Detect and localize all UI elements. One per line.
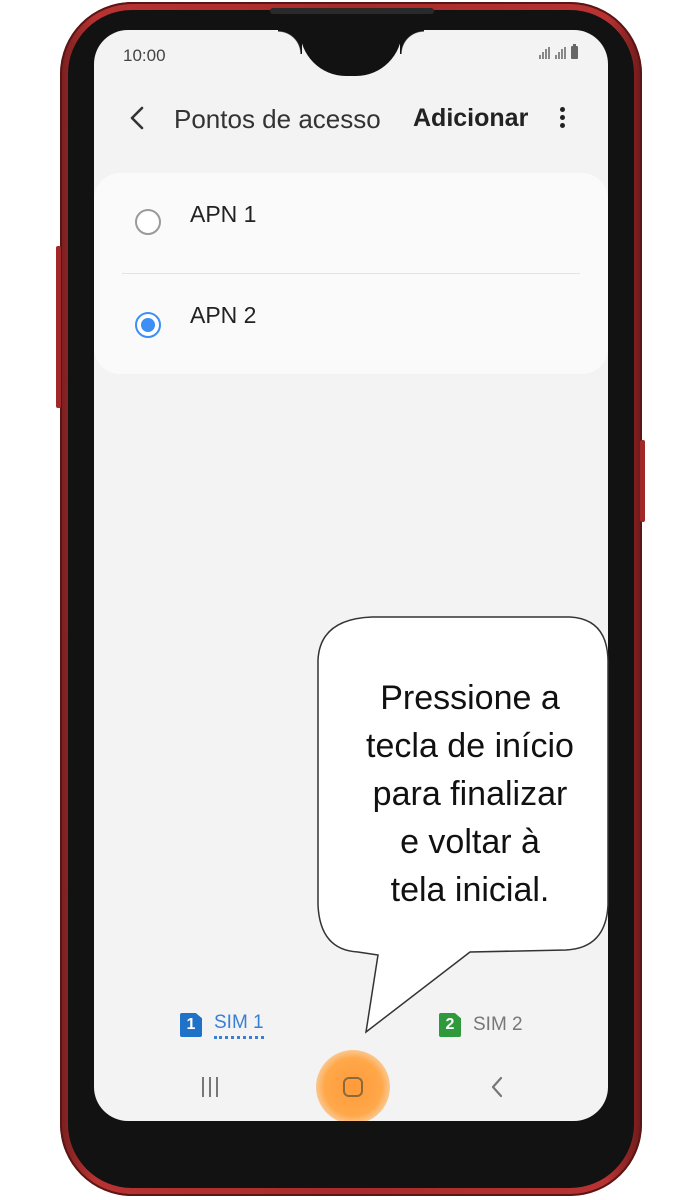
sim-tab-label: SIM 1 bbox=[214, 1012, 264, 1039]
instruction-line: tecla de início bbox=[366, 727, 574, 765]
more-options-button[interactable] bbox=[552, 104, 572, 134]
apn-item[interactable]: APN 2 bbox=[94, 274, 608, 374]
more-dot bbox=[559, 115, 565, 120]
radio-unselected-icon[interactable] bbox=[135, 209, 161, 235]
apn-item[interactable]: APN 1 bbox=[94, 173, 608, 274]
sim-1-icon: 1 bbox=[180, 1013, 202, 1037]
page-title: Pontos de acesso bbox=[174, 104, 381, 134]
recent-apps-icon bbox=[202, 1077, 204, 1097]
radio-selected-icon[interactable] bbox=[135, 312, 161, 338]
more-dot bbox=[559, 123, 565, 128]
instruction-line: e voltar à bbox=[400, 823, 540, 861]
more-vertical-icon bbox=[559, 107, 565, 112]
sim-2-icon: 2 bbox=[439, 1013, 461, 1037]
apn-list: APN 1 APN 2 bbox=[94, 173, 608, 374]
recent-apps-button[interactable] bbox=[198, 1077, 222, 1097]
chevron-left-icon bbox=[491, 1076, 503, 1098]
back-button[interactable] bbox=[124, 102, 154, 134]
status-time: 10:00 bbox=[123, 46, 166, 65]
app-header: Pontos de acesso Adicionar bbox=[94, 92, 608, 148]
nav-back-button[interactable] bbox=[488, 1074, 506, 1100]
status-icons bbox=[539, 44, 578, 59]
power-button bbox=[640, 440, 645, 522]
earpiece-speaker bbox=[270, 8, 434, 14]
signal-icon bbox=[539, 47, 550, 59]
recent-apps-bar bbox=[216, 1077, 218, 1097]
volume-button bbox=[56, 246, 61, 408]
tab-sim-1[interactable]: 1 SIM 1 bbox=[180, 1005, 264, 1045]
display-notch bbox=[278, 30, 424, 76]
apn-label: APN 2 bbox=[190, 302, 257, 328]
instruction-line: para finalizar bbox=[372, 775, 568, 813]
instruction-line: Pressione a bbox=[380, 679, 560, 717]
instruction-line: tela inicial. bbox=[390, 871, 550, 909]
add-button[interactable]: Adicionar bbox=[413, 104, 528, 133]
recent-apps-bar bbox=[209, 1077, 211, 1097]
sim-tab-label: SIM 2 bbox=[473, 1014, 523, 1035]
instruction-text: Pressione a tecla de início para finaliz… bbox=[340, 674, 600, 914]
apn-label: APN 1 bbox=[190, 201, 257, 227]
tab-sim-2[interactable]: 2 SIM 2 bbox=[439, 1005, 523, 1045]
phone-screen: 10:00 Pontos de acesso Adicionar APN 1 A… bbox=[94, 30, 608, 1121]
signal-icon-2 bbox=[555, 47, 566, 59]
chevron-left-icon bbox=[130, 106, 144, 130]
home-button[interactable] bbox=[343, 1077, 363, 1097]
battery-icon bbox=[571, 44, 578, 59]
